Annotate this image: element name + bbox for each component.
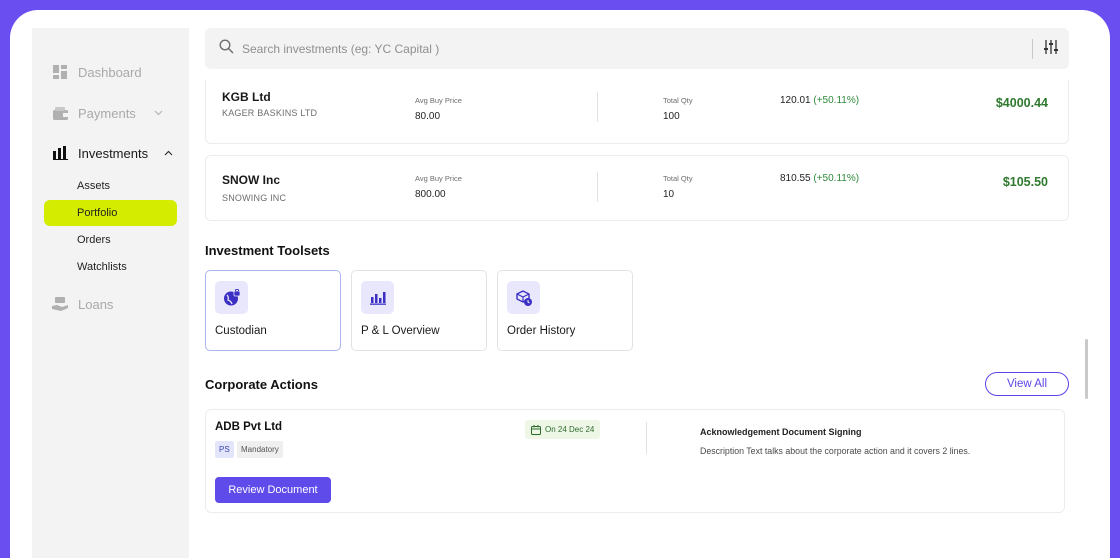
action-company: ADB Pvt Ltd <box>215 421 283 433</box>
box-clock-icon <box>507 281 540 314</box>
tool-custodian[interactable]: Custodian <box>205 270 341 351</box>
sidebar-subitem-portfolio[interactable]: Portfolio <box>77 207 117 219</box>
total-qty-label: Total Qty <box>663 96 693 105</box>
tag-mandatory: Mandatory <box>237 441 283 458</box>
divider <box>597 172 598 202</box>
bar-chart-icon <box>361 281 394 314</box>
total-qty-value: 10 <box>663 189 675 200</box>
view-all-button[interactable]: View All <box>985 372 1069 396</box>
ltp-price: 120.01 <box>780 95 811 106</box>
sidebar-item-loans[interactable]: Loans <box>52 296 113 312</box>
holding-name: SNOW Inc <box>222 173 281 187</box>
chevron-up-icon[interactable] <box>164 148 173 158</box>
holding-total: $4000.44 <box>995 96 1048 110</box>
sidebar-item-label: Investments <box>78 145 149 161</box>
tool-label: P & L Overview <box>361 325 440 337</box>
toolsets-title: Investment Toolsets <box>205 243 330 258</box>
action-date: On 24 Dec 24 <box>545 425 595 434</box>
sidebar-item-label: Loans <box>78 296 114 312</box>
sidebar-subitem-orders[interactable]: Orders <box>77 234 111 246</box>
sidebar-item-dashboard[interactable]: Dashboard <box>52 64 142 80</box>
tool-pl-overview[interactable]: P & L Overview <box>351 270 487 351</box>
wallet-icon <box>52 105 68 121</box>
scrollbar[interactable] <box>1085 339 1088 399</box>
globe-lock-icon <box>215 281 248 314</box>
total-qty-value: 100 <box>663 111 680 122</box>
app-frame: Dashboard Payments Investments Assets Po… <box>10 10 1110 558</box>
review-document-button[interactable]: Review Document <box>215 477 331 503</box>
ltp-value: 810.55 (+50.11%) <box>780 173 859 184</box>
sidebar-item-payments[interactable]: Payments <box>52 105 163 121</box>
chevron-down-icon[interactable] <box>154 108 163 118</box>
total-qty-label: Total Qty <box>663 174 693 183</box>
holding-total: $105.50 <box>1002 175 1048 189</box>
avg-price-label: Avg Buy Price <box>415 174 462 183</box>
search-icon <box>219 38 234 59</box>
date-chip: On 24 Dec 24 <box>525 420 601 439</box>
holding-full-name: KAGER BASKINS LTD <box>222 108 318 118</box>
bar-chart-icon <box>52 145 68 161</box>
divider <box>646 422 647 454</box>
action-description: Description Text talks about the corpora… <box>700 446 971 456</box>
tool-label: Order History <box>507 325 576 337</box>
sidebar-subitem-assets[interactable]: Assets <box>77 180 110 192</box>
avg-price-value: 800.00 <box>415 189 446 200</box>
holding-name: KGB Ltd <box>222 90 271 104</box>
tool-label: Custodian <box>215 325 267 337</box>
ltp-price: 810.55 <box>780 173 811 184</box>
holding-card[interactable]: KGB Ltd KAGER BASKINS LTD Avg Buy Price … <box>205 80 1069 144</box>
search-input[interactable]: Search investments (eg: YC Capital ) <box>242 42 439 56</box>
dashboard-icon <box>52 64 68 80</box>
ltp-change: (+50.11%) <box>813 173 860 184</box>
holding-card[interactable]: SNOW Inc SNOWING INC Avg Buy Price 800.0… <box>205 155 1069 221</box>
filter-icon[interactable] <box>1043 39 1059 60</box>
holding-full-name: SNOWING INC <box>222 193 287 203</box>
ltp-value: 120.01 (+50.11%) <box>780 95 859 106</box>
tag-ps: PS <box>215 441 234 458</box>
avg-price-label: Avg Buy Price <box>415 96 462 105</box>
sidebar-subitem-watchlists[interactable]: Watchlists <box>77 261 127 273</box>
sidebar-item-investments[interactable]: Investments <box>52 145 173 161</box>
corporate-action-card: ADB Pvt Ltd PS Mandatory On 24 Dec 24 Ac… <box>205 409 1065 513</box>
sidebar: Dashboard Payments Investments Assets Po… <box>32 28 189 558</box>
search-divider <box>1032 39 1033 59</box>
search-bar[interactable]: Search investments (eg: YC Capital ) <box>205 28 1069 69</box>
avg-price-value: 80.00 <box>415 111 441 122</box>
sidebar-item-label: Payments <box>78 105 136 121</box>
corporate-actions-title: Corporate Actions <box>205 377 318 392</box>
calendar-icon <box>531 424 541 435</box>
ltp-change: (+50.11%) <box>813 95 860 106</box>
divider <box>597 92 598 122</box>
hand-money-icon <box>52 296 68 312</box>
sidebar-item-label: Dashboard <box>78 64 142 80</box>
action-title: Acknowledgement Document Signing <box>700 427 862 437</box>
tool-order-history[interactable]: Order History <box>497 270 633 351</box>
